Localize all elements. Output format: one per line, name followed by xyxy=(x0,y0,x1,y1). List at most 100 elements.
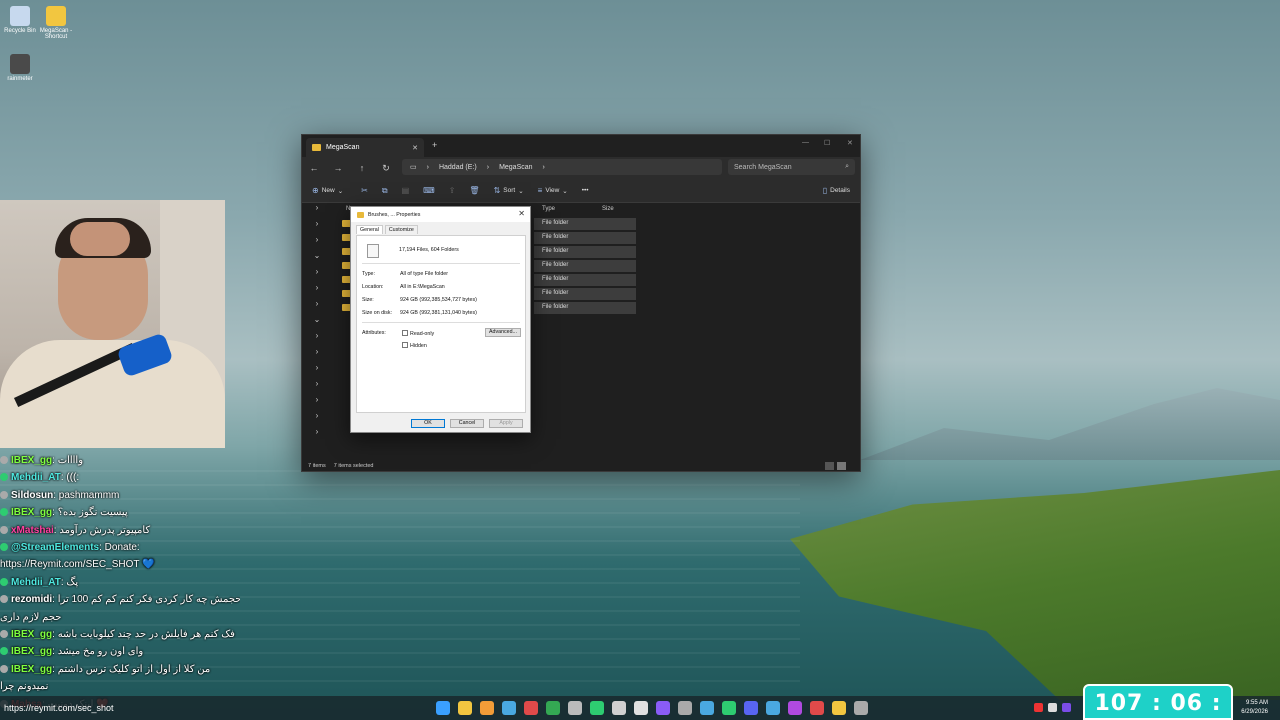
details-label: Details xyxy=(830,187,850,194)
expand-chevron-icon[interactable]: › xyxy=(302,235,332,251)
background-island xyxy=(790,470,1280,700)
desktop-icon-rainmeter[interactable]: rainmeter xyxy=(0,54,40,82)
search-input[interactable]: Search MegaScan ⌕ xyxy=(728,159,855,175)
ok-button[interactable]: OK xyxy=(411,419,445,428)
breadcrumb-folder[interactable]: MegaScan xyxy=(499,164,532,171)
tray-app-icon[interactable] xyxy=(1062,703,1071,712)
tray-app-icon[interactable] xyxy=(1034,703,1043,712)
expand-chevron-icon[interactable]: ⌄ xyxy=(302,251,332,267)
column-size[interactable]: Size xyxy=(602,206,614,212)
taskbar-app-icon[interactable] xyxy=(700,701,714,715)
hidden-checkbox[interactable]: Hidden xyxy=(402,342,427,349)
taskbar-app-icon[interactable] xyxy=(722,701,736,715)
new-button[interactable]: ⊕ New ⌄ xyxy=(312,186,343,195)
dialog-panel: 17,194 Files, 604 Folders Type: All of t… xyxy=(356,235,526,413)
size-value: 924 GB (992,385,534,727 bytes) xyxy=(400,297,477,303)
new-tab-icon[interactable]: + xyxy=(432,140,437,150)
details-button[interactable]: ▯ Details xyxy=(823,186,850,195)
taskbar-app-icon[interactable] xyxy=(678,701,692,715)
refresh-icon[interactable]: ↻ xyxy=(374,163,398,174)
cancel-button[interactable]: Cancel xyxy=(450,419,484,428)
taskbar-app-icon[interactable] xyxy=(634,701,648,715)
file-type: File folder xyxy=(542,234,569,240)
taskbar-app-icon[interactable] xyxy=(788,701,802,715)
rename-icon[interactable]: ⌨ xyxy=(423,186,435,195)
share-icon[interactable]: ⇪ xyxy=(449,186,456,195)
explorer-tab[interactable]: MegaScan ✕ xyxy=(306,138,424,157)
expand-chevron-icon[interactable]: › xyxy=(302,427,332,443)
breadcrumb-drive[interactable]: Haddad (E:) xyxy=(439,164,477,171)
chat-badge-icon xyxy=(0,577,8,586)
close-tab-icon[interactable]: ✕ xyxy=(412,144,418,152)
expand-chevron-icon[interactable]: › xyxy=(302,299,332,315)
apply-button[interactable]: Apply xyxy=(489,419,523,428)
more-options-button[interactable]: ••• xyxy=(582,187,589,194)
back-icon[interactable]: ← xyxy=(302,163,326,173)
taskbar-app-icon[interactable] xyxy=(458,701,472,715)
expand-chevron-icon[interactable]: › xyxy=(302,347,332,363)
minimize-icon[interactable]: — xyxy=(802,139,809,146)
view-button[interactable]: ≡ View ⌄ xyxy=(538,186,568,195)
paste-icon[interactable]: ▤ xyxy=(402,186,410,195)
sort-button[interactable]: ⇅ Sort ⌄ xyxy=(494,186,524,195)
background-mountains xyxy=(860,388,1280,460)
chat-username: IBEX_gg xyxy=(11,629,53,641)
desktop-icon-recycle-bin[interactable]: Recycle Bin xyxy=(0,6,40,34)
expand-chevron-icon[interactable]: › xyxy=(302,411,332,427)
cut-icon[interactable]: ✂ xyxy=(361,186,368,195)
expand-chevron-icon[interactable]: › xyxy=(302,379,332,395)
system-clock[interactable]: 9:55 AM 6/29/2026 xyxy=(1241,699,1268,717)
taskbar-app-icon[interactable] xyxy=(810,701,824,715)
taskbar-app-icon[interactable] xyxy=(568,701,582,715)
taskbar-app-icon[interactable] xyxy=(832,701,846,715)
taskbar-app-icon[interactable] xyxy=(590,701,604,715)
expand-chevron-icon[interactable]: › xyxy=(302,363,332,379)
chat-username: @StreamElements xyxy=(11,542,100,554)
desktop-icon-label: MegaScan - Shortcut xyxy=(39,28,73,40)
forward-icon[interactable]: → xyxy=(326,163,350,173)
chat-badge-icon xyxy=(0,647,8,656)
maximize-icon[interactable]: ☐ xyxy=(824,139,830,147)
taskbar-app-icon[interactable] xyxy=(744,701,758,715)
properties-dialog[interactable]: Brushes, ... Properties ✕ General Custom… xyxy=(350,206,531,433)
tiles-view-icon[interactable] xyxy=(837,462,846,470)
taskbar-app-icon[interactable] xyxy=(656,701,670,715)
taskbar-app-icon[interactable] xyxy=(502,701,516,715)
navigation-pane[interactable]: › › › ⌄ › › › ⌄ › › › › › › › xyxy=(302,203,332,459)
up-icon[interactable]: ↑ xyxy=(350,163,374,173)
column-type[interactable]: Type xyxy=(542,206,555,212)
start-menu-icon[interactable] xyxy=(436,701,450,715)
expand-chevron-icon[interactable]: › xyxy=(302,219,332,235)
taskbar-app-icon[interactable] xyxy=(766,701,780,715)
expand-chevron-icon[interactable]: › xyxy=(302,283,332,299)
taskbar-app-icon[interactable] xyxy=(854,701,868,715)
webcam-person-hand xyxy=(70,222,130,256)
taskbar-app-icon[interactable] xyxy=(546,701,560,715)
chat-username: IBEX_gg xyxy=(11,507,53,519)
taskbar-app-icon[interactable] xyxy=(480,701,494,715)
expand-chevron-icon[interactable]: ⌄ xyxy=(302,315,332,331)
close-icon[interactable]: ✕ xyxy=(518,209,525,218)
delete-icon[interactable]: 🗑 xyxy=(469,186,479,195)
taskbar-app-icon[interactable] xyxy=(612,701,626,715)
tab-customize[interactable]: Customize xyxy=(384,225,418,234)
chat-message: Mehdii_AT: پگ xyxy=(0,574,240,591)
details-view-icon[interactable] xyxy=(825,462,834,470)
chat-message: IBEX_gg: واااات xyxy=(0,452,240,469)
close-window-icon[interactable]: ✕ xyxy=(847,139,853,147)
chat-username: rezomidi xyxy=(11,594,53,606)
expand-chevron-icon[interactable]: › xyxy=(302,203,332,219)
readonly-checkbox[interactable]: Read-only xyxy=(402,330,434,337)
expand-chevron-icon[interactable]: › xyxy=(302,395,332,411)
expand-chevron-icon[interactable]: › xyxy=(302,331,332,347)
expand-chevron-icon[interactable]: › xyxy=(302,267,332,283)
desktop-icon-megascan-shortcut[interactable]: MegaScan - Shortcut xyxy=(36,6,76,40)
chat-message: Mehdii_AT: (((: xyxy=(0,469,240,486)
copy-icon[interactable]: ⧉ xyxy=(382,186,388,196)
address-bar[interactable]: ▭ › Haddad (E:) › MegaScan › xyxy=(402,159,722,175)
size-key: Size: xyxy=(362,297,374,303)
taskbar-app-icon[interactable] xyxy=(524,701,538,715)
tray-app-icon[interactable] xyxy=(1048,703,1057,712)
advanced-button[interactable]: Advanced... xyxy=(485,328,521,337)
tab-general[interactable]: General xyxy=(356,225,383,234)
